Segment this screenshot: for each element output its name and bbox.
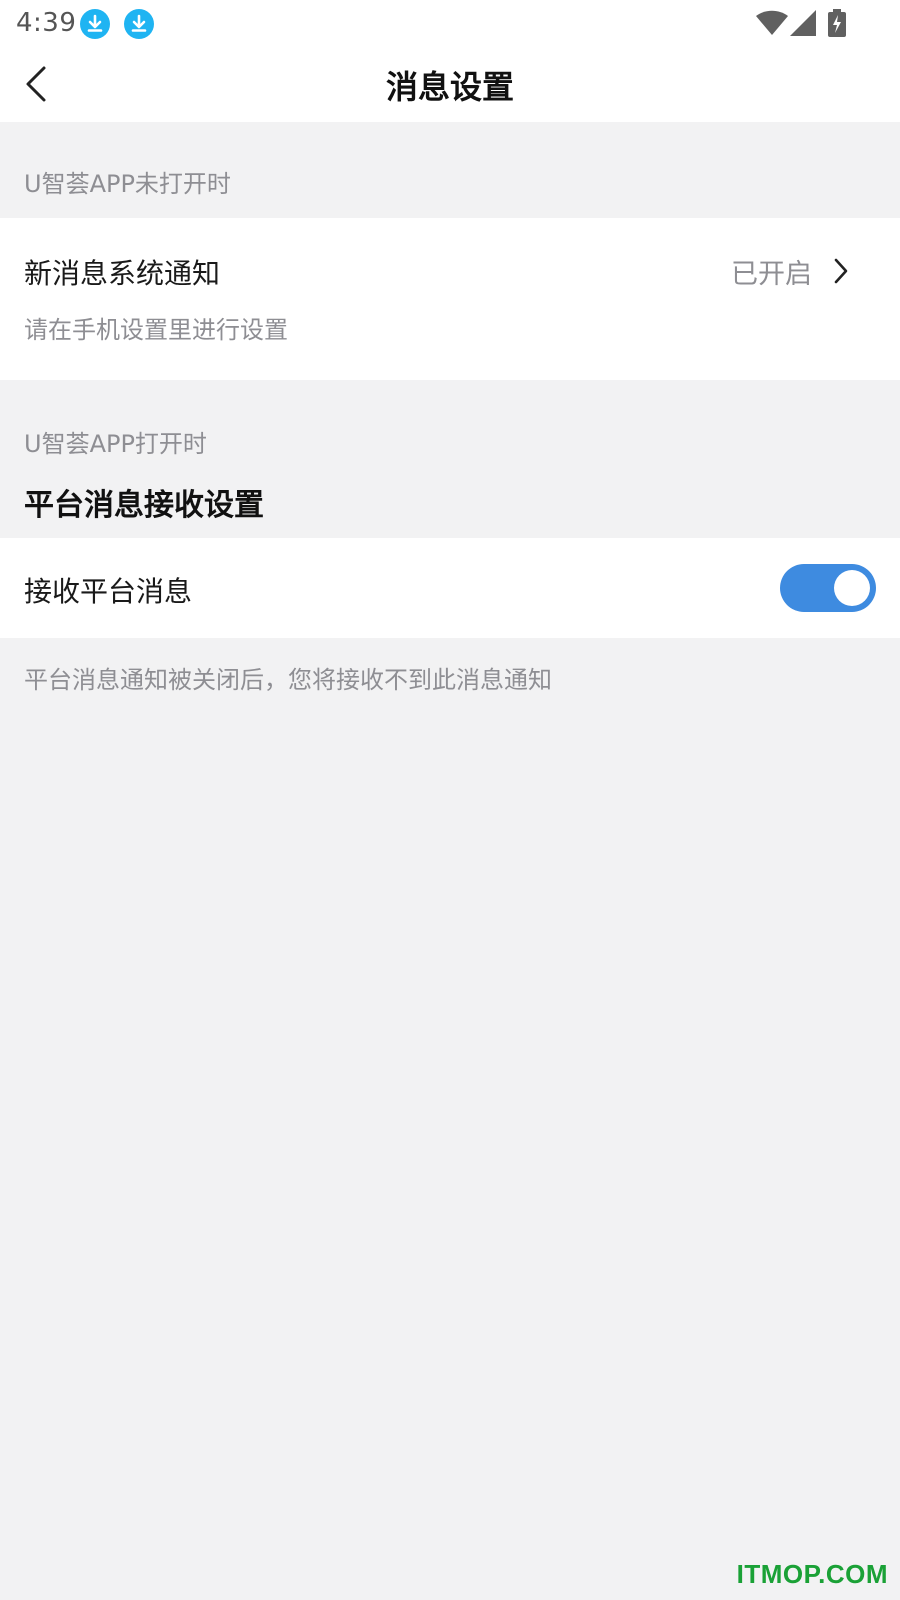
status-time: 4:39 [16,8,77,38]
watermark: ITMOP.COM [736,1559,888,1589]
battery-charging-icon [828,9,846,41]
receive-messages-toggle[interactable] [780,564,876,612]
receive-platform-messages-row: 接收平台消息 [0,538,900,638]
wifi-icon [756,10,788,40]
signal-icon [790,10,816,40]
row-title: 接收平台消息 [24,575,193,608]
system-notification-row[interactable]: 新消息系统通知 请在手机设置里进行设置 已开启 [0,218,900,380]
chevron-right-icon [830,256,852,286]
group-heading: 平台消息接收设置 [24,488,264,523]
footnote: 平台消息通知被关闭后，您将接收不到此消息通知 [24,666,552,694]
status-enabled-text: 已开启 [731,259,812,290]
download-icon [124,9,154,39]
row-title: 新消息系统通知 [24,257,221,290]
page-title: 消息设置 [385,68,514,106]
status-bar: 4:39 [0,0,900,48]
nav-bar: 消息设置 [0,48,900,122]
row-subtitle: 请在手机设置里进行设置 [24,316,288,344]
section-caption-app-closed: U智荟APP未打开时 [24,170,231,198]
toggle-knob [834,570,870,606]
download-icon [80,9,110,39]
section-caption-app-open: U智荟APP打开时 [24,430,207,458]
